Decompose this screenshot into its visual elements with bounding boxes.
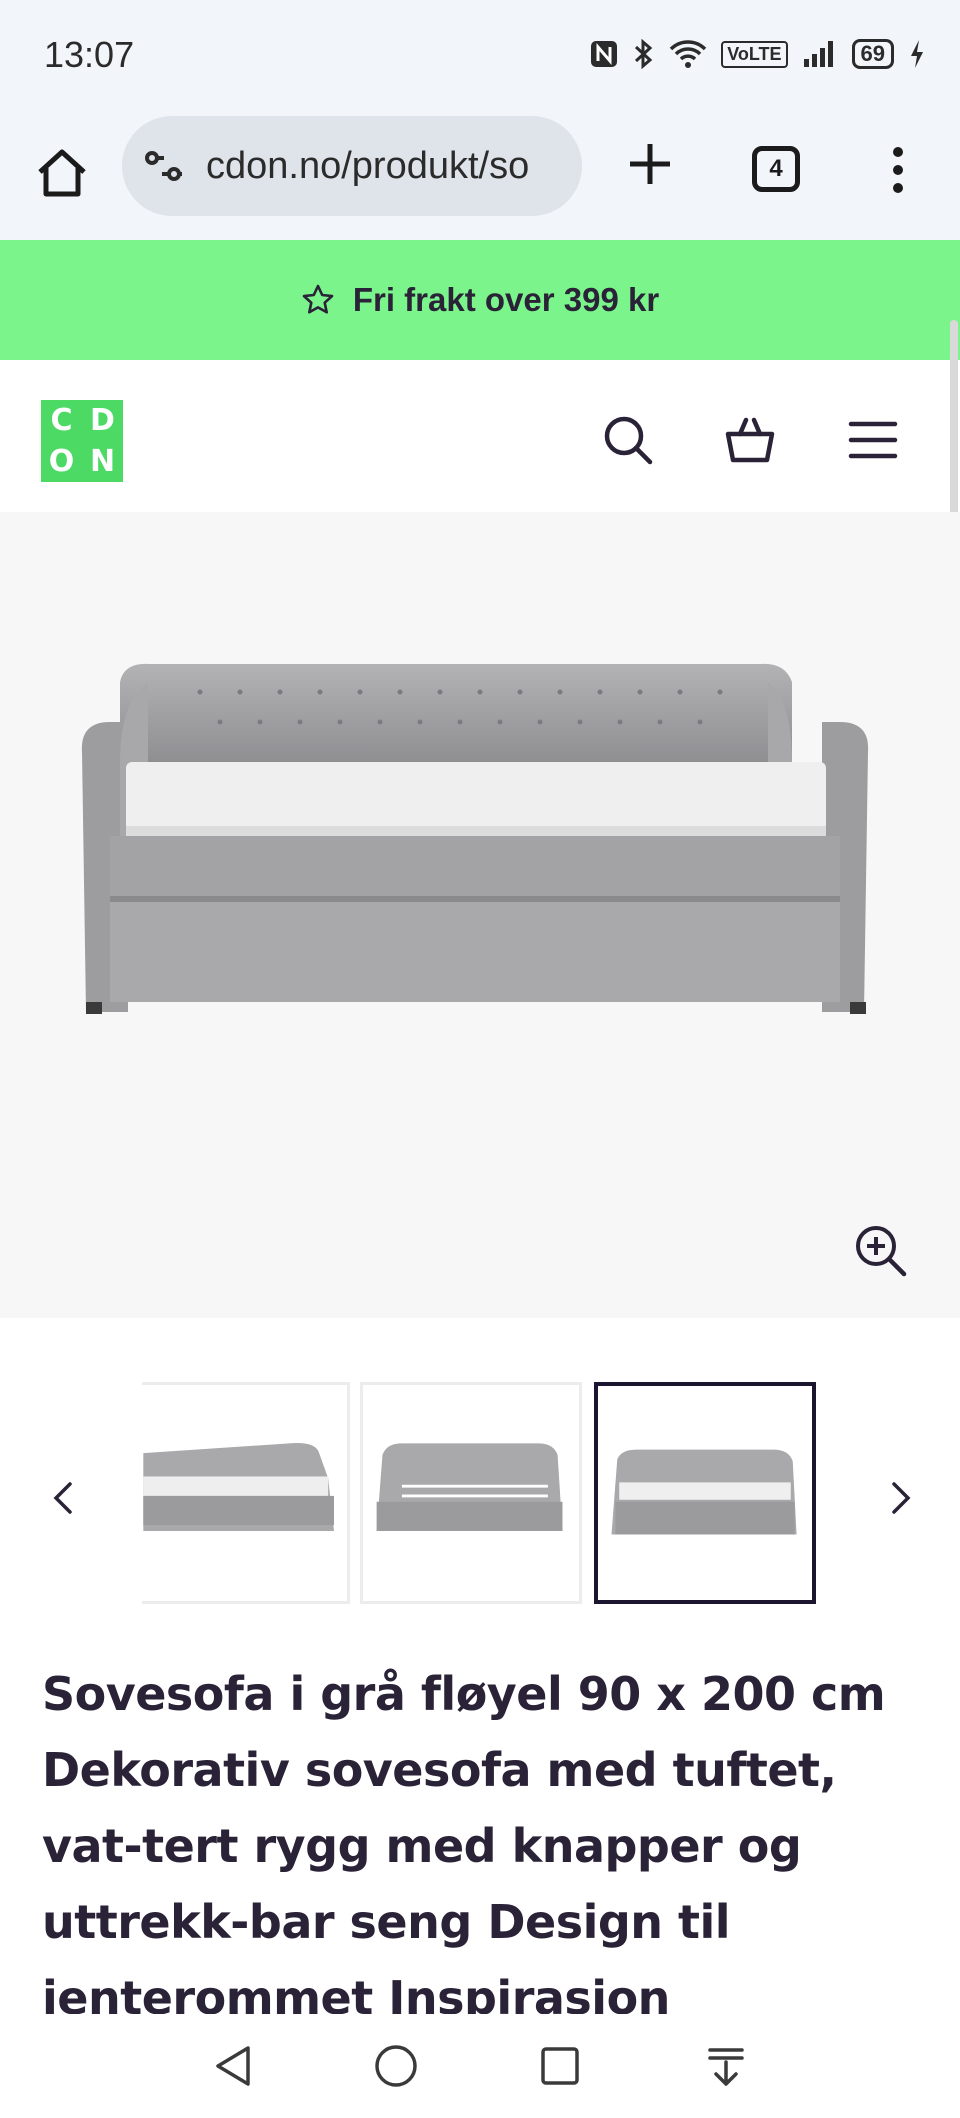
chevron-right-icon xyxy=(892,1482,911,1514)
cart-button[interactable] xyxy=(722,412,778,468)
browser-toolbar: cdon.no/produkt/so 4 xyxy=(0,110,960,240)
nav-recents-button[interactable] xyxy=(530,2036,590,2096)
chevron-left-icon xyxy=(53,1482,72,1514)
hamburger-menu-icon xyxy=(848,421,898,459)
thumbnail-1[interactable] xyxy=(142,1382,350,1604)
basket-icon xyxy=(725,417,775,463)
recents-square-icon xyxy=(541,2047,579,2085)
more-vert-icon xyxy=(893,147,903,193)
browser-menu-button[interactable] xyxy=(880,140,916,200)
logo-letter: C xyxy=(50,403,73,438)
charging-icon xyxy=(908,38,926,70)
star-icon xyxy=(302,284,334,314)
promo-text: Fri frakt over 399 kr xyxy=(352,281,660,318)
nav-back-button[interactable] xyxy=(204,2036,264,2096)
thumbnail-3[interactable] xyxy=(594,1382,816,1604)
download-arrow-icon xyxy=(708,2048,744,2086)
zoom-button[interactable] xyxy=(852,1222,912,1282)
product-title: Sovesofa i grå fløyel 90 x 200 cm Dekora… xyxy=(42,1667,886,2014)
nav-home-button[interactable] xyxy=(366,2036,426,2096)
wifi-icon xyxy=(669,39,707,69)
system-nav-bar xyxy=(0,2014,960,2118)
url-text[interactable]: cdon.no/produkt/so xyxy=(206,145,529,188)
bluetooth-icon xyxy=(633,38,655,70)
search-icon xyxy=(604,416,653,465)
home-circle-icon xyxy=(375,2045,417,2087)
plus-icon xyxy=(630,144,670,184)
volte-icon: VoLTE xyxy=(721,40,788,68)
search-button[interactable] xyxy=(600,412,656,468)
cdon-logo[interactable]: C D O N xyxy=(41,400,123,482)
thumbnail-carousel xyxy=(0,1318,960,1618)
carousel-prev-button[interactable] xyxy=(44,1468,84,1528)
site-header: C D O N xyxy=(0,360,960,512)
zoom-in-icon xyxy=(856,1226,907,1277)
home-icon xyxy=(38,149,86,197)
carousel-next-button[interactable] xyxy=(880,1468,920,1528)
thumbnail-3-image xyxy=(611,1449,797,1535)
nfc-icon xyxy=(589,39,619,69)
main-menu-button[interactable] xyxy=(845,412,901,468)
status-icons: VoLTE 69 xyxy=(589,38,926,70)
thumbnail-2-image xyxy=(376,1443,563,1531)
browser-home-button[interactable] xyxy=(30,142,94,206)
battery-icon: 69 xyxy=(851,39,894,69)
site-settings-icon[interactable] xyxy=(142,144,186,188)
logo-letter: O xyxy=(48,444,75,479)
thumbnail-1-image xyxy=(143,1443,335,1531)
new-tab-button[interactable] xyxy=(620,134,680,194)
back-triangle-icon xyxy=(216,2046,250,2086)
logo-letter: D xyxy=(90,403,115,438)
status-bar: 13:07 VoLTE 69 xyxy=(0,0,960,110)
signal-icon xyxy=(802,39,838,69)
free-shipping-banner: Fri frakt over 399 kr xyxy=(0,240,960,360)
product-main-image[interactable] xyxy=(0,512,960,1318)
status-time: 13:07 xyxy=(44,34,135,75)
address-bar[interactable]: cdon.no/produkt/so xyxy=(122,116,582,216)
tab-switcher-button[interactable]: 4 xyxy=(752,146,800,192)
thumbnail-2[interactable] xyxy=(360,1382,582,1604)
nav-download-button[interactable] xyxy=(696,2036,756,2096)
daybed-image xyxy=(81,663,869,1014)
logo-letter: N xyxy=(89,444,116,479)
